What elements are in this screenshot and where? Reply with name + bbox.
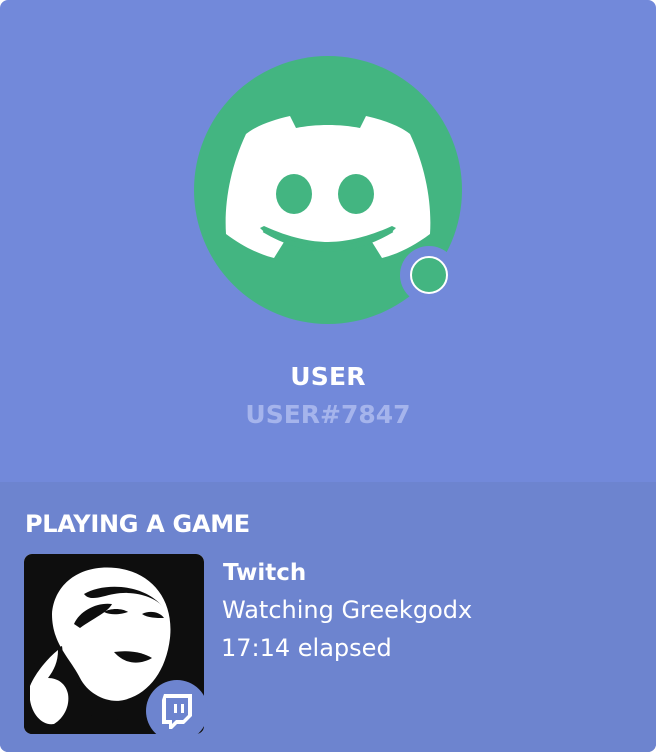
game-details: Watching Greekgodx: [222, 596, 473, 624]
username: USER: [290, 362, 366, 391]
activity-section-title: PLAYING A GAME: [25, 510, 250, 538]
elapsed-time: 17:14 elapsed: [221, 634, 392, 662]
game-name: Twitch: [223, 560, 307, 586]
profile-header: USER USER#7847: [0, 0, 656, 482]
status-indicator: [400, 246, 458, 304]
twitch-badge: [146, 680, 208, 742]
online-status-dot: [410, 256, 448, 294]
user-profile-card: USER USER#7847 PLAYING A GAME Twitch Wat…: [0, 0, 656, 752]
twitch-icon: [162, 694, 192, 729]
user-tag: USER#7847: [245, 400, 411, 429]
avatar[interactable]: [194, 56, 462, 324]
activity-section: PLAYING A GAME Twitch Watching Greekgodx: [0, 482, 656, 752]
